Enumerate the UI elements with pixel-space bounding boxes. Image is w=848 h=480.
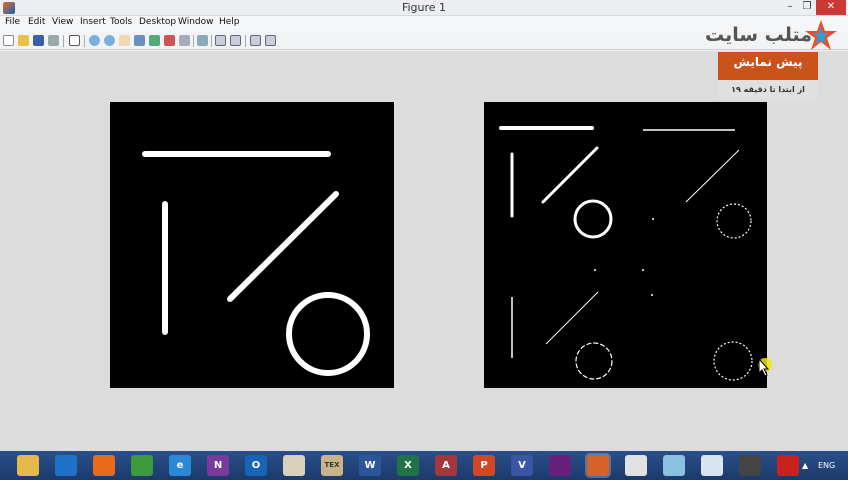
- mouse-cursor-icon: [758, 357, 772, 377]
- print-icon[interactable]: [48, 35, 59, 46]
- br-circle: [713, 341, 753, 381]
- close-button[interactable]: ✕: [816, 0, 846, 15]
- powerpoint-taskbar-icon[interactable]: P: [473, 455, 495, 476]
- outlook-taskbar-icon[interactable]: O: [245, 455, 267, 476]
- acrobat-taskbar-icon[interactable]: [777, 455, 799, 476]
- file-explorer-taskbar-icon[interactable]: [17, 455, 39, 476]
- circle-shape: [286, 292, 370, 376]
- bl-diagonal-line: [545, 291, 599, 345]
- data-cursor-icon[interactable]: [149, 35, 160, 46]
- menu-insert[interactable]: Insert: [80, 17, 106, 27]
- hide-plot-tools-icon[interactable]: [230, 35, 241, 46]
- tl-circle: [573, 199, 613, 239]
- maximize-button[interactable]: ❐: [799, 0, 815, 15]
- filtered-montage-axes[interactable]: [484, 102, 767, 388]
- visual-studio-taskbar-icon[interactable]: [549, 455, 571, 476]
- toolbar-separator: [84, 35, 85, 47]
- access-taskbar-icon[interactable]: A: [435, 455, 457, 476]
- preview-title: پیش نمایش: [733, 55, 803, 69]
- preview-subtitle: از ابتدا تا دقیقه ۱۹: [718, 80, 818, 99]
- legend-icon[interactable]: [215, 35, 226, 46]
- menu-tools[interactable]: Tools: [110, 17, 132, 27]
- window-title: Figure 1: [401, 1, 447, 14]
- rotate-icon[interactable]: [134, 35, 145, 46]
- preview-badge: پیش نمایش از ابتدا تا دقیقه ۱۹: [718, 52, 818, 99]
- menu-desktop[interactable]: Desktop: [139, 17, 176, 27]
- menu-file[interactable]: File: [5, 17, 20, 27]
- open-icon[interactable]: [18, 35, 29, 46]
- br-dot: [651, 294, 653, 296]
- zoom-out-icon[interactable]: [104, 35, 115, 46]
- save-icon[interactable]: [33, 35, 44, 46]
- new-figure-icon[interactable]: [3, 35, 14, 46]
- tr-circle: [716, 203, 752, 239]
- colorbar-icon[interactable]: [197, 35, 208, 46]
- onenote-taskbar-icon[interactable]: N: [207, 455, 229, 476]
- toolbar-separator: [245, 35, 246, 47]
- pen-tool-taskbar-icon[interactable]: [283, 455, 305, 476]
- bl-dot: [594, 269, 596, 271]
- word-taskbar-icon[interactable]: W: [359, 455, 381, 476]
- tr-diagonal-line: [685, 149, 740, 203]
- visio-taskbar-icon[interactable]: V: [511, 455, 533, 476]
- chrome-taskbar-icon[interactable]: [131, 455, 153, 476]
- internet-explorer-taskbar-icon[interactable]: e: [169, 455, 191, 476]
- chart-app-taskbar-icon[interactable]: [625, 455, 647, 476]
- original-image-axes[interactable]: [110, 102, 394, 388]
- taskbar: e N O TEX W X A P V: [0, 451, 848, 480]
- menu-window[interactable]: Window: [178, 17, 214, 27]
- tray-overflow-icon[interactable]: ▲: [802, 461, 808, 470]
- minimize-button[interactable]: –: [782, 0, 798, 15]
- bl-circle: [575, 342, 613, 380]
- menu-edit[interactable]: Edit: [28, 17, 45, 27]
- toolbar-separator: [63, 35, 64, 47]
- dock-icon[interactable]: [265, 35, 276, 46]
- excel-taskbar-icon[interactable]: X: [397, 455, 419, 476]
- pointer-icon[interactable]: [69, 35, 80, 46]
- link-icon[interactable]: [179, 35, 190, 46]
- terminal-taskbar-icon[interactable]: [739, 455, 761, 476]
- firefox-taskbar-icon[interactable]: [93, 455, 115, 476]
- notes-taskbar-icon[interactable]: [663, 455, 685, 476]
- toolbar-separator: [211, 35, 212, 47]
- diagonal-line-shape: [227, 191, 339, 302]
- language-indicator[interactable]: ENG: [818, 461, 835, 470]
- pan-icon[interactable]: [119, 35, 130, 46]
- tex-taskbar-icon[interactable]: TEX: [321, 455, 343, 476]
- tr-dot: [652, 218, 654, 220]
- menu-help[interactable]: Help: [219, 17, 240, 27]
- original-image: [142, 151, 370, 376]
- zoom-in-icon[interactable]: [89, 35, 100, 46]
- brush-icon[interactable]: [164, 35, 175, 46]
- br-dot: [642, 269, 644, 271]
- title-bar: Figure 1 – ❐ ✕: [0, 0, 848, 16]
- logo-text: متلب سایت: [705, 24, 813, 46]
- tl-diagonal-line: [541, 146, 599, 204]
- show-plot-tools-icon[interactable]: [250, 35, 261, 46]
- onedrive-taskbar-icon[interactable]: [55, 455, 77, 476]
- menu-view[interactable]: View: [52, 17, 73, 27]
- document-taskbar-icon[interactable]: [701, 455, 723, 476]
- filtered-montage: [499, 126, 753, 381]
- toolbar-separator: [193, 35, 194, 47]
- matlab-taskbar-icon[interactable]: [587, 455, 609, 476]
